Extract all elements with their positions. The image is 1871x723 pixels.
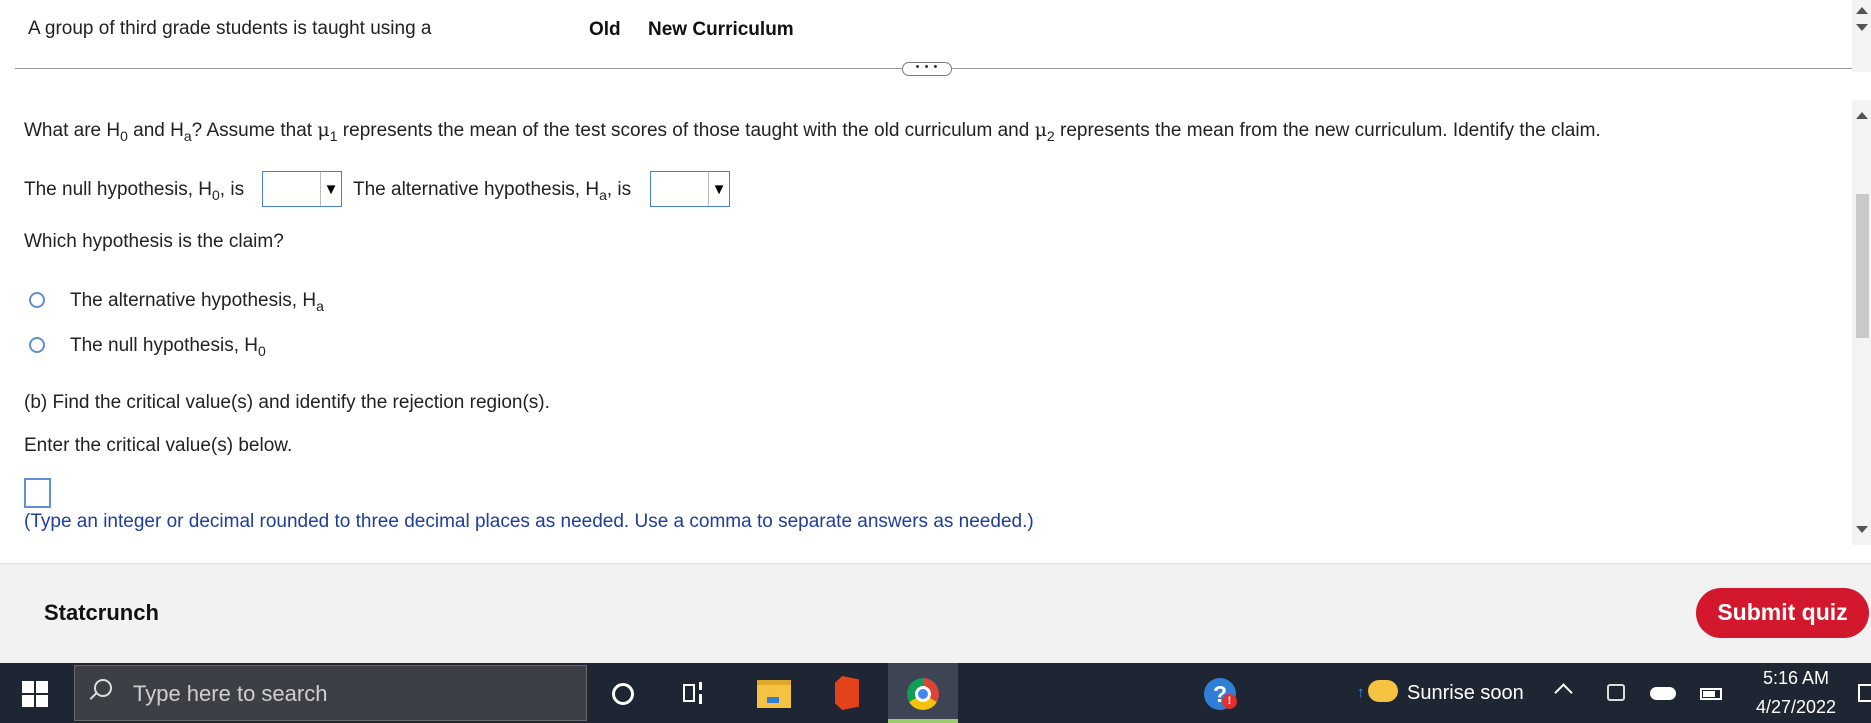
null-hypothesis-select[interactable]: ▼ — [262, 171, 342, 207]
option-label-null: The null hypothesis, H0 — [70, 335, 266, 359]
alt-hypothesis-select[interactable]: ▼ — [650, 171, 730, 207]
chrome-active-indicator — [888, 719, 958, 723]
enter-critical-values-text: Enter the critical value(s) below. — [24, 435, 293, 456]
scroll-down-arrow-icon[interactable] — [1856, 526, 1868, 533]
weather-up-arrow-icon: ↑ — [1357, 684, 1365, 701]
option-label-alternative: The alternative hypothesis, Ha — [70, 290, 324, 314]
battery-level-icon — [1703, 691, 1715, 697]
scroll-up-arrow-icon[interactable] — [1856, 112, 1868, 119]
scroll-up-arrow-icon[interactable] — [1856, 7, 1868, 14]
dropdown-arrow-icon: ▼ — [320, 172, 341, 206]
weather-status-text[interactable]: Sunrise soon — [1407, 682, 1524, 705]
meet-now-icon[interactable] — [1607, 684, 1625, 701]
windows-start-icon[interactable] — [22, 681, 48, 707]
search-icon — [94, 679, 112, 697]
clock-date[interactable]: 4/27/2022 — [1745, 697, 1847, 718]
notification-center-icon[interactable] — [1858, 684, 1871, 702]
clock-time[interactable]: 5:16 AM — [1755, 668, 1837, 689]
file-explorer-icon[interactable] — [757, 680, 791, 708]
help-notification-badge: ! — [1222, 694, 1237, 709]
part-b-text: (b) Find the critical value(s) and ident… — [24, 392, 550, 413]
radio-null-hypothesis[interactable] — [29, 337, 45, 353]
column-header-old: Old — [589, 19, 621, 40]
answer-format-hint: (Type an integer or decimal rounded to t… — [24, 511, 1034, 532]
search-placeholder: Type here to search — [133, 681, 328, 706]
radio-alternative-hypothesis[interactable] — [29, 292, 45, 308]
statcrunch-link[interactable]: Statcrunch — [44, 600, 159, 626]
chrome-icon-center — [915, 686, 931, 702]
column-header-new: New Curriculum — [648, 19, 794, 40]
cortana-icon[interactable] — [612, 683, 634, 705]
hypothesis-question-text: What are H0 and Ha? Assume that μ1 repre… — [24, 119, 1601, 144]
null-hypothesis-label: The null hypothesis, H0, is — [24, 179, 245, 203]
scroll-down-arrow-icon[interactable] — [1856, 24, 1868, 31]
question-intro-text: A group of third grade students is taugh… — [28, 18, 432, 39]
alt-hypothesis-label: The alternative hypothesis, Ha, is — [353, 179, 632, 203]
scrollbar-thumb[interactable] — [1856, 194, 1869, 338]
claim-question-text: Which hypothesis is the claim? — [24, 231, 284, 252]
quiz-footer — [0, 563, 1871, 664]
expand-toggle-button[interactable]: • • • — [902, 62, 952, 76]
critical-value-input[interactable] — [24, 478, 51, 508]
submit-quiz-button[interactable]: Submit quiz — [1696, 588, 1869, 638]
dropdown-arrow-icon: ▼ — [708, 172, 729, 206]
weather-icon[interactable] — [1368, 680, 1398, 702]
onedrive-cloud-icon[interactable] — [1650, 687, 1676, 700]
task-view-icon[interactable] — [683, 682, 709, 706]
office-icon[interactable] — [835, 676, 859, 710]
